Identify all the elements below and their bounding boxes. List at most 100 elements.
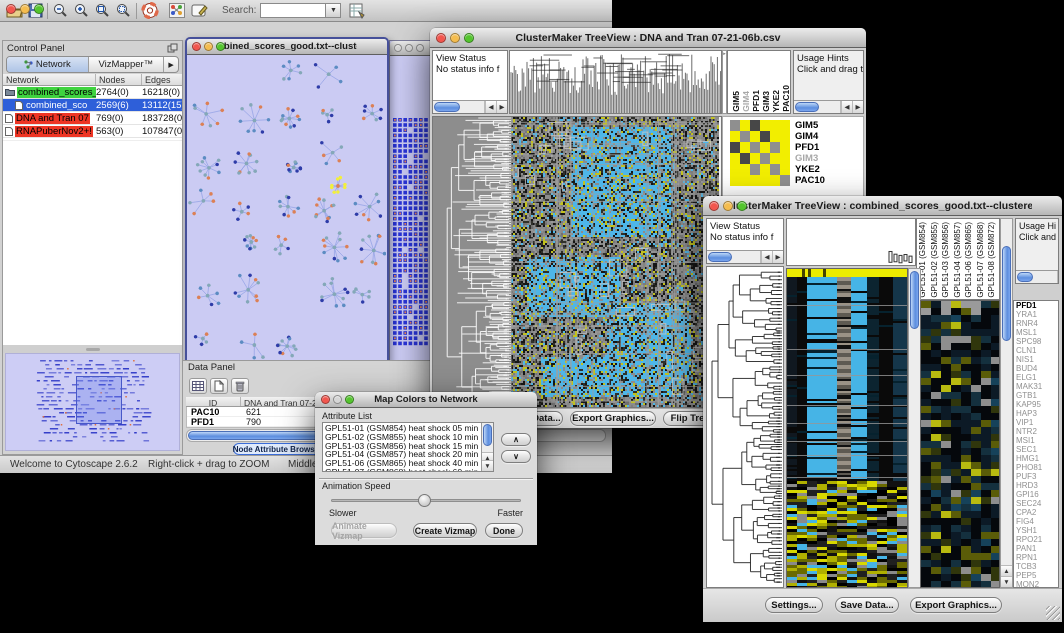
gene-label[interactable]: SEC24 <box>1016 499 1058 508</box>
tab-overflow-button[interactable]: ▶ <box>164 57 178 72</box>
matrix-cell[interactable] <box>750 175 760 186</box>
gene-label[interactable]: YSH1 <box>1016 526 1058 535</box>
minimize-button[interactable] <box>204 42 213 51</box>
minimize-button[interactable] <box>20 4 30 14</box>
tv1-hints-hscrollbar[interactable]: ◀ ▶ <box>794 100 863 113</box>
matrix-cell[interactable] <box>730 153 740 164</box>
resize-grip[interactable] <box>1046 606 1060 620</box>
vscroll-thumb[interactable] <box>910 271 919 329</box>
save-data-button[interactable]: Save Data... <box>835 597 899 613</box>
matrix-cell[interactable] <box>770 120 780 131</box>
hscroll-thumb[interactable] <box>795 102 819 112</box>
tv1-column-labels[interactable]: GIM5GIM4PFD1GIM3YKE2PAC10 <box>727 50 791 114</box>
animate-vizmap-button[interactable]: Animate Vizmap <box>331 523 397 538</box>
tv2-column-label[interactable]: GPL51-02 (GSM855) <box>930 222 940 298</box>
close-button[interactable] <box>394 44 402 52</box>
tv2-column-label[interactable]: GPL51-04 (GSM857) <box>953 222 963 298</box>
tv1-column-label[interactable]: GIM5 <box>731 91 741 112</box>
network-table-row[interactable]: combined_sco2569(6)13112(15) <box>3 99 182 112</box>
move-down-button[interactable]: ∨ <box>501 450 531 463</box>
zoom-button[interactable] <box>34 4 44 14</box>
gene-label[interactable]: RPO21 <box>1016 535 1058 544</box>
tv1-column-dendrogram-canvas[interactable] <box>510 51 721 113</box>
treeview1-titlebar[interactable]: ClusterMaker TreeView : DNA and Tran 07-… <box>430 28 866 48</box>
minimize-button[interactable] <box>450 33 460 43</box>
tv1-column-label[interactable]: GIM4 <box>741 91 751 112</box>
scroll-left-button[interactable]: ◀ <box>841 101 852 113</box>
attribute-list-item[interactable]: GPL51-02 (GSM855) heat shock 10 min <box>323 433 480 442</box>
gene-label[interactable]: HRD3 <box>1016 481 1058 490</box>
scroll-left-button[interactable]: ◀ <box>485 101 496 113</box>
network-view-canvas[interactable] <box>188 56 386 361</box>
tv1-status-hscrollbar[interactable]: ◀ ▶ <box>433 100 507 113</box>
treeview2-titlebar[interactable]: ClusterMaker TreeView : combined_scores_… <box>703 196 1062 216</box>
matrix-cell[interactable] <box>740 142 750 153</box>
gene-label[interactable]: NTR2 <box>1016 427 1058 436</box>
minimize-button[interactable] <box>723 201 733 211</box>
report-table-icon[interactable] <box>349 3 366 19</box>
tv2-column-labels[interactable]: GPL51-01 (GSM854)GPL51-02 (GSM855)GPL51-… <box>916 218 1000 300</box>
network-frame-titlebar[interactable]: combined_scores_good.txt--cluste... <box>187 39 387 55</box>
tv2-column-label[interactable]: GPL51-06 (GSM865) <box>964 222 974 298</box>
create-vizmap-button[interactable]: Create Vizmap <box>413 523 477 538</box>
matrix-cell[interactable] <box>730 142 740 153</box>
overview-selection-rect[interactable] <box>76 376 122 424</box>
scroll-left-button[interactable]: ◀ <box>761 251 772 263</box>
matrix-cell[interactable] <box>750 153 760 164</box>
network-frame-back[interactable] <box>389 40 435 364</box>
zoom-fit-icon[interactable] <box>94 3 111 19</box>
matrix-cell[interactable] <box>750 142 760 153</box>
gene-label[interactable]: PHO81 <box>1016 463 1058 472</box>
scroll-right-button[interactable]: ▶ <box>772 251 783 263</box>
matrix-cell[interactable] <box>740 175 750 186</box>
matrix-cell[interactable] <box>760 131 770 142</box>
tv2-right-vscrollbar[interactable]: ▲ ▼ <box>1000 218 1013 588</box>
tv2-column-label[interactable]: GPL51-07 (GSM868) <box>976 222 986 298</box>
gene-label[interactable]: GPI16 <box>1016 490 1058 499</box>
tv1-heatmap-canvas[interactable] <box>511 117 719 407</box>
zoom-button[interactable] <box>216 42 225 51</box>
matrix-cell[interactable] <box>770 175 780 186</box>
help-lifebuoy-icon[interactable] <box>141 2 159 19</box>
matrix-cell[interactable] <box>780 142 790 153</box>
matrix-cell[interactable] <box>780 131 790 142</box>
network-table-row[interactable]: DNA and Tran 07769(0)183728(0) <box>3 112 182 125</box>
matrix-cell[interactable] <box>760 164 770 175</box>
close-button[interactable] <box>192 42 201 51</box>
tv2-detail-heatmap-canvas[interactable] <box>921 301 999 587</box>
gene-label[interactable]: CPA2 <box>1016 508 1058 517</box>
tv1-row-dendrogram-canvas[interactable] <box>433 117 511 407</box>
tv2-column-label[interactable]: GPL51-08 (GSM872) <box>987 222 997 298</box>
matrix-cell[interactable] <box>730 131 740 142</box>
tv2-status-hscrollbar[interactable]: ◀ ▶ <box>707 250 783 263</box>
zoom-button[interactable] <box>345 395 354 404</box>
attribute-list-item[interactable]: GPL51-01 (GSM854) heat shock 05 min <box>323 424 480 433</box>
gene-label[interactable]: NIS1 <box>1016 355 1058 364</box>
vscroll-thumb[interactable] <box>483 424 492 446</box>
tv2-global-heatmap[interactable] <box>786 268 908 588</box>
gene-label[interactable]: RNR4 <box>1016 319 1058 328</box>
matrix-cell[interactable] <box>740 131 750 142</box>
matrix-cell[interactable] <box>780 164 790 175</box>
matrix-cell[interactable] <box>770 153 780 164</box>
move-up-button[interactable]: ∧ <box>501 433 531 446</box>
matrix-cell[interactable] <box>740 164 750 175</box>
gene-label[interactable]: SEC1 <box>1016 445 1058 454</box>
dialog-titlebar[interactable]: Map Colors to Network <box>315 392 537 408</box>
gene-label[interactable]: PUF3 <box>1016 472 1058 481</box>
gene-label[interactable]: SPC98 <box>1016 337 1058 346</box>
data-column-id[interactable]: ID <box>186 397 241 406</box>
attribute-list[interactable]: GPL51-01 (GSM854) heat shock 05 minGPL51… <box>322 422 494 472</box>
gene-label[interactable]: YRA1 <box>1016 310 1058 319</box>
node-attribute-browser-tab[interactable]: Node Attribute Brows... <box>233 443 321 455</box>
matrix-cell[interactable] <box>760 120 770 131</box>
matrix-cell[interactable] <box>730 164 740 175</box>
gene-label[interactable]: KAP95 <box>1016 400 1058 409</box>
hscroll-thumb[interactable] <box>434 102 460 112</box>
scroll-right-button[interactable]: ▶ <box>852 101 863 113</box>
matrix-cell[interactable] <box>750 164 760 175</box>
matrix-cell[interactable] <box>770 131 780 142</box>
zoom-button[interactable] <box>416 44 424 52</box>
close-button[interactable] <box>321 395 330 404</box>
delete-attribute-trash-icon[interactable] <box>231 378 249 394</box>
